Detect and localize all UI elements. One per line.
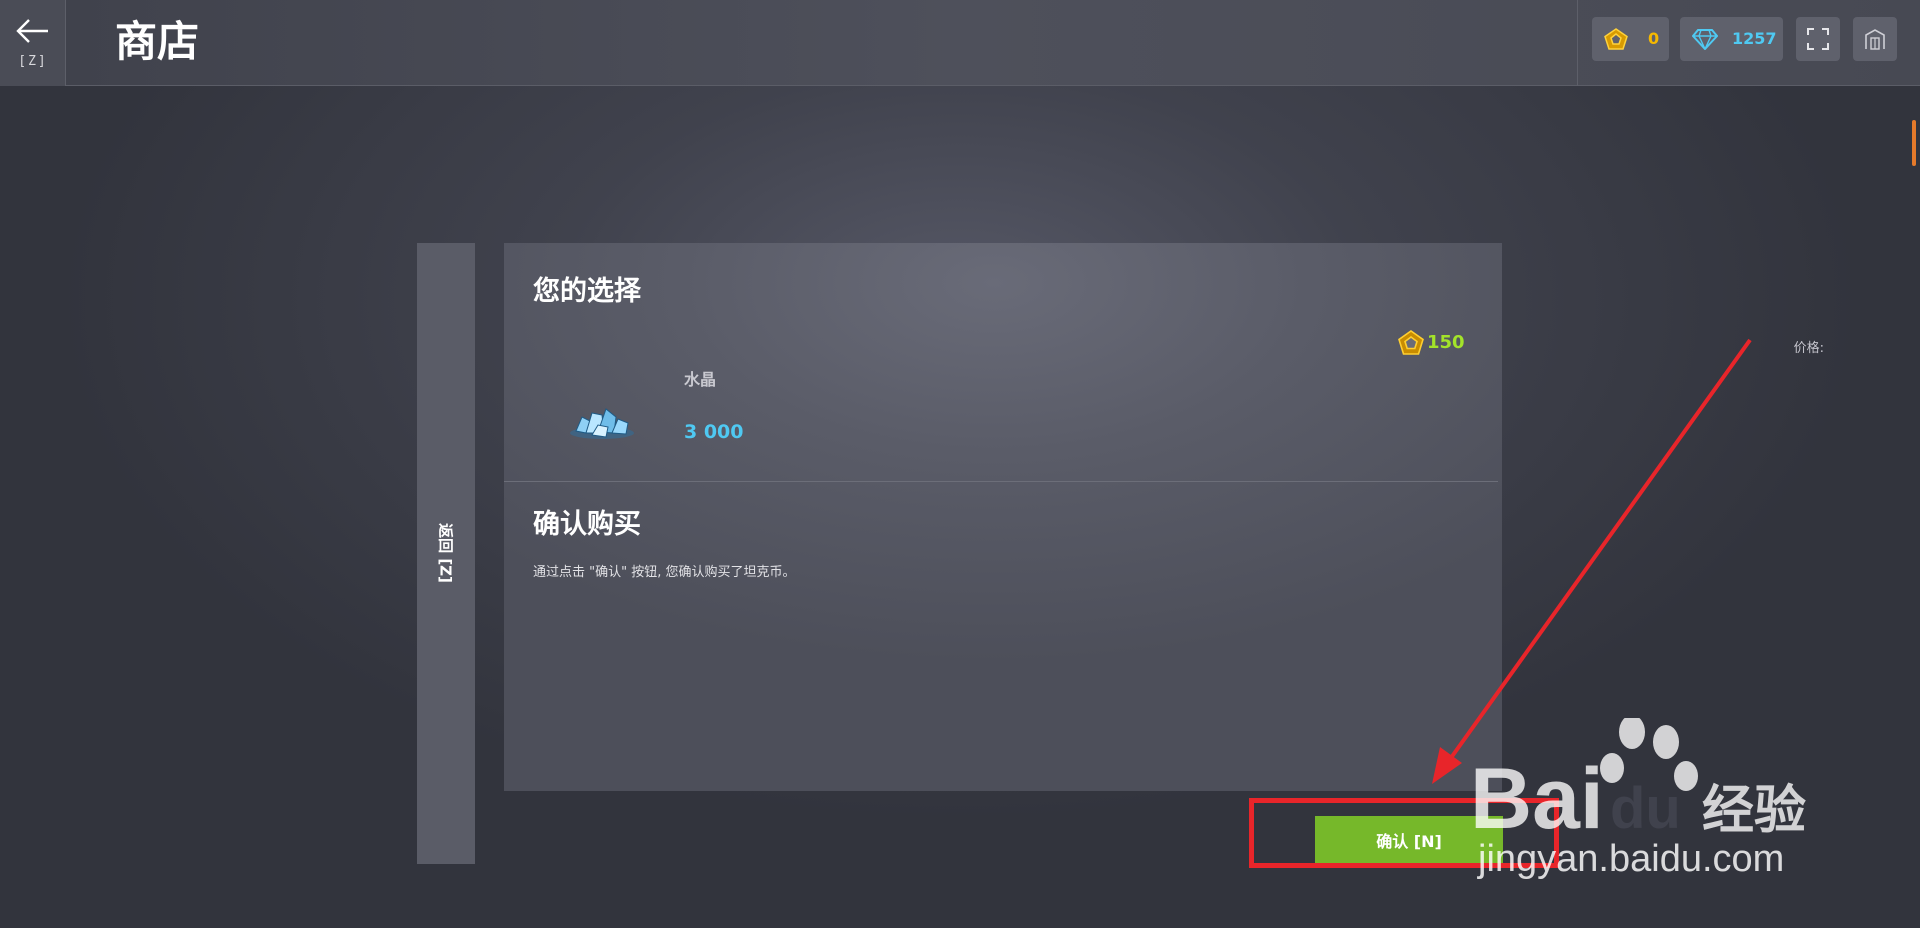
svg-text:经验: 经验	[1702, 781, 1806, 838]
watermark-url: jingyan.baidu.com	[1478, 838, 1785, 880]
svg-text:Bai: Bai	[1470, 751, 1604, 838]
svg-text:du: du	[1610, 776, 1681, 838]
baidu-logo-icon: Bai du 经验	[1470, 718, 1806, 838]
